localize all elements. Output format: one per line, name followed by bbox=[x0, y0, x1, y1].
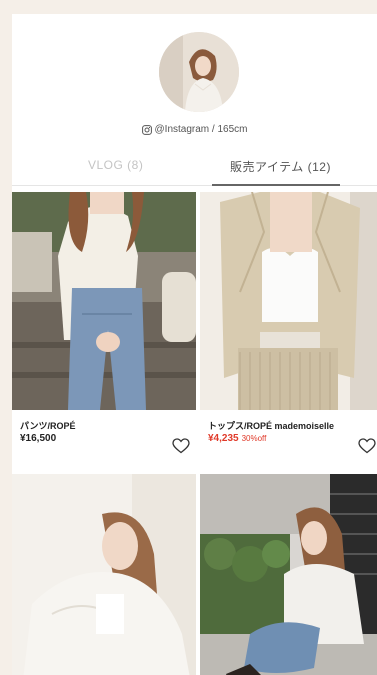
discount-badge: 30%off bbox=[241, 434, 267, 443]
item-photo-tops[interactable] bbox=[200, 192, 377, 410]
item-photo-pants[interactable] bbox=[12, 192, 196, 410]
item-image bbox=[12, 474, 196, 675]
item-price: ¥4,235 30%off bbox=[208, 433, 266, 444]
handle-text[interactable]: @Instagram / 165cm bbox=[155, 124, 248, 135]
item-title[interactable]: トップス/ROPÉ mademoiselle bbox=[208, 419, 334, 432]
profile-handle: @Instagram / 165cm bbox=[12, 124, 377, 135]
avatar-photo bbox=[159, 32, 239, 112]
item-image bbox=[200, 192, 377, 410]
content-tabs: VLOG (8) 販売アイテム (12) bbox=[12, 152, 377, 186]
item-title[interactable]: パンツ/ROPÉ bbox=[20, 419, 75, 432]
item-photo-shirt[interactable] bbox=[12, 474, 196, 675]
sale-price: ¥4,235 bbox=[208, 433, 239, 444]
active-tab-indicator bbox=[212, 184, 340, 186]
heart-icon[interactable] bbox=[358, 438, 376, 454]
item-image bbox=[12, 192, 196, 410]
profile-card: @Instagram / 165cm VLOG (8) 販売アイテム (12) bbox=[12, 14, 377, 675]
heart-icon[interactable] bbox=[172, 438, 190, 454]
item-image bbox=[200, 474, 377, 675]
item-photo-outdoor[interactable] bbox=[200, 474, 377, 675]
avatar[interactable] bbox=[159, 32, 239, 112]
instagram-icon[interactable] bbox=[141, 124, 152, 135]
tab-vlog[interactable]: VLOG (8) bbox=[88, 158, 143, 172]
tab-sale-items[interactable]: 販売アイテム (12) bbox=[230, 158, 331, 175]
item-price: ¥16,500 bbox=[20, 433, 57, 444]
